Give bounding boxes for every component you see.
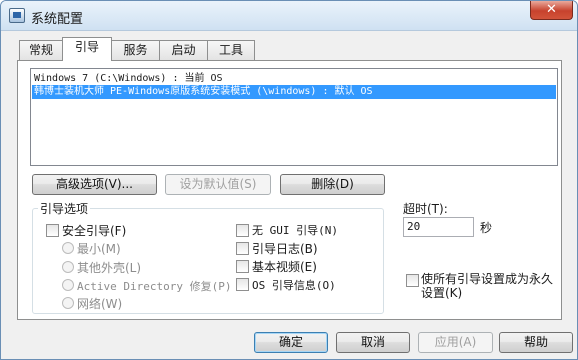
timeout-input[interactable]: 20 bbox=[403, 217, 474, 237]
boot-log-checkbox[interactable] bbox=[236, 242, 249, 255]
os-boot-info-label: OS 引导信息(O) bbox=[252, 279, 336, 292]
make-permanent-checkbox[interactable] bbox=[406, 274, 419, 287]
system-config-window: 系统配置 ✕ 常规 引导 服务 启动 工具 Windows 7 (C:\Wind… bbox=[0, 0, 578, 360]
boot-entry-list[interactable]: Windows 7 (C:\Windows) : 当前 OS 韩博士装机大师 P… bbox=[30, 68, 558, 166]
tab-boot[interactable]: 引导 bbox=[62, 37, 112, 61]
tab-startup[interactable]: 启动 bbox=[159, 40, 208, 60]
base-video-label: 基本视频(E) bbox=[252, 260, 317, 274]
boot-options-label: 引导选项 bbox=[38, 200, 91, 217]
no-gui-boot-label: 无 GUI 引导(N) bbox=[252, 224, 338, 237]
title-bar: 系统配置 ✕ bbox=[1, 1, 577, 31]
window-title: 系统配置 bbox=[31, 12, 84, 27]
delete-button[interactable]: 删除(D) bbox=[280, 174, 385, 195]
safe-boot-label: 安全引导(F) bbox=[62, 224, 127, 238]
minimal-label: 最小(M) bbox=[77, 242, 121, 256]
help-button[interactable]: 帮助 bbox=[499, 332, 573, 353]
alternate-shell-radio[interactable] bbox=[62, 261, 74, 273]
minimal-radio[interactable] bbox=[62, 242, 74, 254]
tab-tools[interactable]: 工具 bbox=[207, 40, 255, 60]
tab-general[interactable]: 常规 bbox=[19, 40, 63, 60]
alternate-shell-label: 其他外壳(L) bbox=[77, 261, 142, 275]
apply-button[interactable]: 应用(A) bbox=[418, 332, 493, 353]
boot-entry-pe-selected[interactable]: 韩博士装机大师 PE-Windows原版系统安装模式 (\windows) : … bbox=[32, 85, 556, 99]
close-button[interactable]: ✕ bbox=[530, 1, 573, 20]
system-config-icon bbox=[9, 8, 25, 23]
safe-boot-checkbox[interactable] bbox=[46, 224, 59, 237]
network-label: 网络(W) bbox=[77, 297, 123, 311]
cancel-button[interactable]: 取消 bbox=[336, 332, 410, 353]
boot-entry-windows7[interactable]: Windows 7 (C:\Windows) : 当前 OS bbox=[32, 72, 556, 86]
timeout-unit: 秒 bbox=[480, 221, 493, 235]
active-directory-radio[interactable] bbox=[62, 279, 74, 291]
no-gui-boot-checkbox[interactable] bbox=[236, 224, 249, 237]
advanced-options-button[interactable]: 高级选项(V)... bbox=[32, 174, 157, 195]
active-directory-label: Active Directory 修复(P) bbox=[77, 280, 232, 293]
timeout-label: 超时(T): bbox=[403, 202, 448, 216]
make-permanent-label: 使所有引导设置成为永久设置(K) bbox=[421, 272, 554, 300]
os-boot-info-checkbox[interactable] bbox=[236, 278, 249, 291]
boot-log-label: 引导日志(B) bbox=[252, 242, 318, 256]
ok-button[interactable]: 确定 bbox=[254, 332, 328, 353]
tab-services[interactable]: 服务 bbox=[111, 40, 160, 60]
base-video-checkbox[interactable] bbox=[236, 260, 249, 273]
set-default-button[interactable]: 设为默认值(S) bbox=[165, 174, 271, 195]
network-radio[interactable] bbox=[62, 297, 74, 309]
